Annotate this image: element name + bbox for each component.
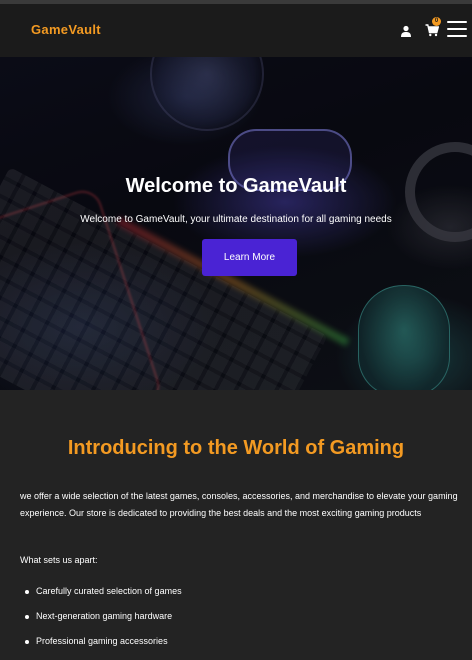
learn-more-button[interactable]: Learn More: [202, 239, 297, 276]
apart-label: What sets us apart:: [20, 555, 98, 565]
intro-paragraph: we offer a wide selection of the latest …: [20, 491, 458, 518]
intro-title: Introducing to the World of Gaming: [67, 437, 405, 459]
menu-icon[interactable]: [447, 21, 467, 37]
site-header: GameVault 0: [0, 4, 472, 57]
feature-list: Carefully curated selection of games Nex…: [20, 585, 182, 660]
hero-title: Welcome to GameVault: [125, 175, 347, 197]
cart-count-badge: 0: [432, 17, 441, 26]
user-icon[interactable]: [400, 25, 412, 37]
intro-section: Introducing to the World of Gaming we of…: [0, 390, 472, 646]
list-item: Next-generation gaming hardware: [20, 610, 182, 635]
list-item: Professional gaming accessories: [20, 635, 182, 660]
site-logo[interactable]: GameVault: [31, 22, 101, 37]
hero-subtitle: Welcome to GameVault, your ultimate dest…: [80, 214, 392, 225]
list-item: Carefully curated selection of games: [20, 585, 182, 610]
hero-banner: Welcome to GameVault Welcome to GameVaul…: [0, 57, 472, 390]
